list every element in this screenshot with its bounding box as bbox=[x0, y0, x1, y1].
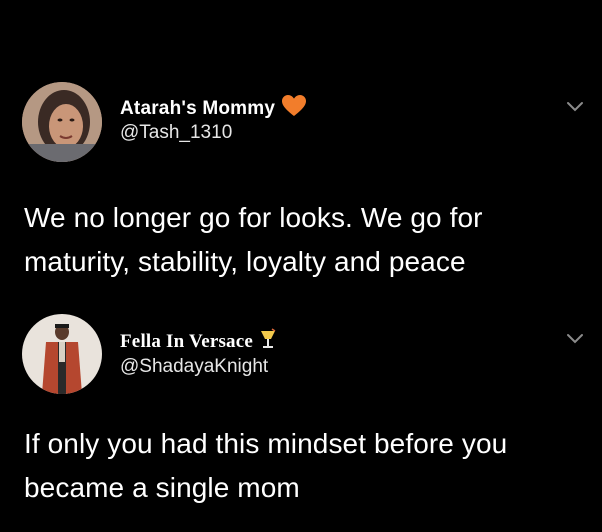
avatar[interactable] bbox=[22, 82, 102, 162]
handle[interactable]: @ShadayaKnight bbox=[120, 356, 268, 378]
chevron-down-icon[interactable] bbox=[566, 100, 584, 112]
display-name[interactable]: Atarah's Mommy bbox=[120, 98, 275, 120]
avatar-photo bbox=[22, 314, 102, 394]
avatar[interactable] bbox=[22, 314, 102, 394]
tweet-text: We no longer go for looks. We go for mat… bbox=[24, 202, 483, 277]
heart-icon bbox=[281, 94, 307, 123]
handle[interactable]: @Tash_1310 bbox=[120, 122, 232, 144]
name-row: Atarah's Mommy bbox=[120, 94, 307, 123]
display-name[interactable]: Fella In Versace bbox=[120, 331, 253, 353]
tweet-text: If only you had this mindset before you … bbox=[24, 428, 508, 503]
chevron-down-icon[interactable] bbox=[566, 332, 584, 344]
name-row: Fella In Versace bbox=[120, 328, 277, 355]
avatar-photo bbox=[22, 82, 102, 162]
tropical-drink-icon bbox=[259, 328, 277, 355]
